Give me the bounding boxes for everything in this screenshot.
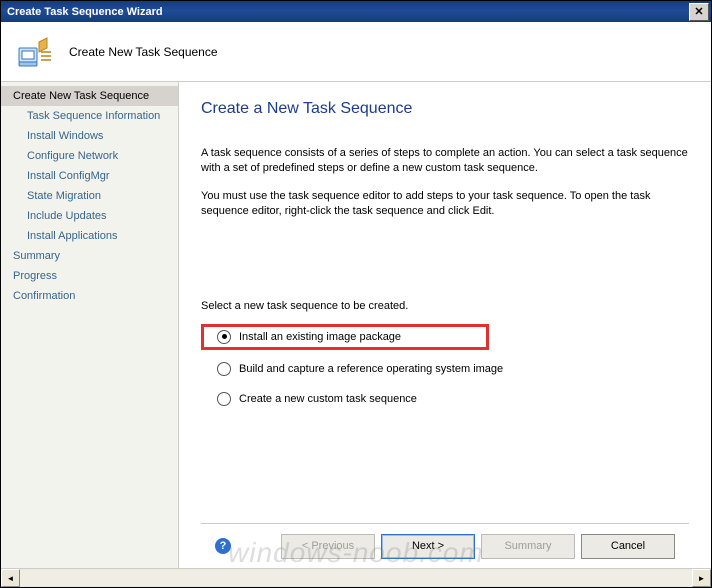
scroll-track[interactable] [20, 570, 692, 586]
body: Create New Task Sequence Task Sequence I… [1, 82, 711, 568]
cancel-button[interactable]: Cancel [581, 534, 675, 559]
scroll-right-icon[interactable]: ► [692, 569, 711, 587]
wizard-window: Create Task Sequence Wizard ✕ Create New… [0, 0, 712, 588]
summary-button: Summary [481, 534, 575, 559]
help-icon[interactable]: ? [215, 538, 231, 554]
sidebar-item-create-new-task-sequence[interactable]: Create New Task Sequence [1, 86, 178, 106]
description-1: A task sequence consists of a series of … [201, 146, 689, 177]
sidebar-item-install-configmgr[interactable]: Install ConfigMgr [1, 166, 178, 186]
radio-icon [217, 392, 231, 406]
description-2: You must use the task sequence editor to… [201, 189, 689, 220]
option-build-and-capture[interactable]: Build and capture a reference operating … [201, 356, 689, 382]
sidebar-item-configure-network[interactable]: Configure Network [1, 146, 178, 166]
page-title: Create a New Task Sequence [201, 82, 689, 146]
sidebar-item-install-applications[interactable]: Install Applications [1, 226, 178, 246]
option-label: Create a new custom task sequence [239, 393, 417, 405]
sidebar-item-install-windows[interactable]: Install Windows [1, 126, 178, 146]
content-pane: Create a New Task Sequence A task sequen… [179, 82, 711, 568]
option-label: Install an existing image package [239, 331, 401, 343]
footer: ? < Previous Next > Summary Cancel [201, 523, 689, 568]
option-label: Build and capture a reference operating … [239, 363, 503, 375]
radio-icon [217, 362, 231, 376]
sidebar-item-state-migration[interactable]: State Migration [1, 186, 178, 206]
titlebar: Create Task Sequence Wizard ✕ [1, 1, 711, 22]
header-title: Create New Task Sequence [69, 45, 218, 59]
option-install-existing-image[interactable]: Install an existing image package [201, 324, 489, 350]
close-icon: ✕ [694, 5, 703, 18]
next-button[interactable]: Next > [381, 534, 475, 559]
task-sequence-icon [15, 32, 55, 72]
instruction-label: Select a new task sequence to be created… [201, 300, 689, 312]
sidebar-item-confirmation[interactable]: Confirmation [1, 286, 178, 306]
horizontal-scrollbar[interactable]: ◄ ► [1, 568, 711, 587]
sidebar-item-task-sequence-information[interactable]: Task Sequence Information [1, 106, 178, 126]
radio-icon [217, 330, 231, 344]
scroll-left-icon[interactable]: ◄ [1, 569, 20, 587]
window-title: Create Task Sequence Wizard [7, 6, 163, 18]
previous-button: < Previous [281, 534, 375, 559]
sidebar-item-include-updates[interactable]: Include Updates [1, 206, 178, 226]
sidebar-item-progress[interactable]: Progress [1, 266, 178, 286]
close-button[interactable]: ✕ [689, 3, 709, 21]
header-area: Create New Task Sequence [1, 22, 711, 82]
sidebar-item-summary[interactable]: Summary [1, 246, 178, 266]
sidebar: Create New Task Sequence Task Sequence I… [1, 82, 179, 568]
option-create-custom-task-sequence[interactable]: Create a new custom task sequence [201, 386, 689, 412]
